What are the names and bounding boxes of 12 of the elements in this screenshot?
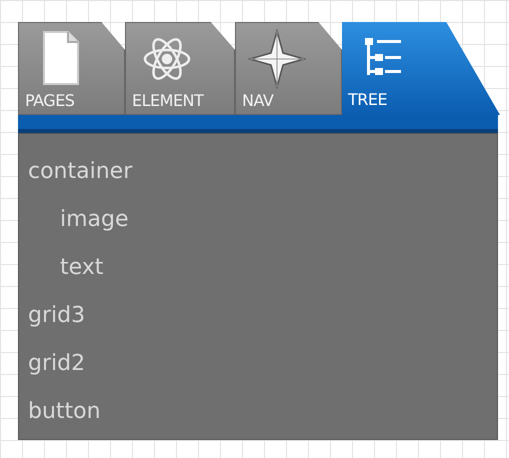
tab[interactable]: ELEMENT <box>125 22 235 115</box>
tab[interactable]: NAV <box>235 22 342 115</box>
tree-item[interactable]: grid3 <box>28 292 86 340</box>
tree-item[interactable]: image <box>60 196 129 244</box>
tree-item[interactable]: container <box>28 148 132 196</box>
tree-item[interactable]: text <box>60 244 104 292</box>
tree-item[interactable]: button <box>28 388 101 436</box>
page-icon <box>40 30 80 88</box>
four-point-star-icon <box>248 29 306 89</box>
tab[interactable]: PAGES <box>18 22 125 115</box>
tab[interactable]: TREE <box>342 22 500 115</box>
tree-item[interactable]: grid2 <box>28 340 86 388</box>
